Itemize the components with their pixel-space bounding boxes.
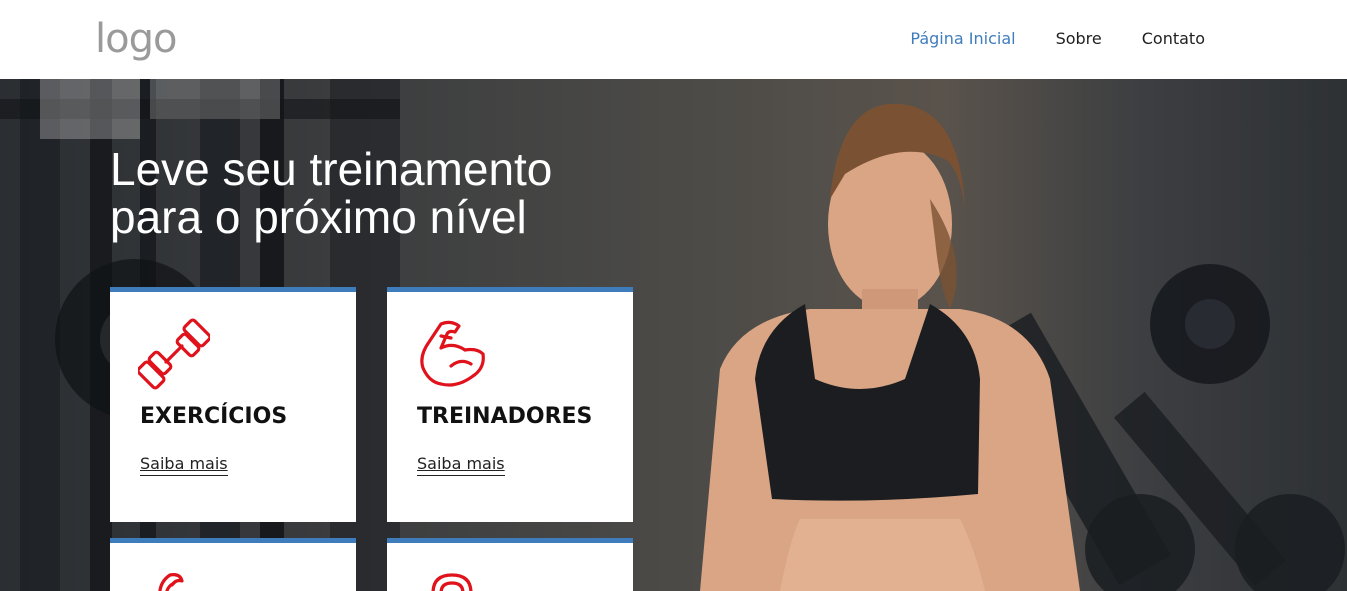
- learn-more-link[interactable]: Saiba mais: [417, 454, 505, 476]
- card-trainers[interactable]: TREINADORES Saiba mais: [387, 287, 633, 522]
- main-nav: Página Inicial Sobre Contato: [910, 29, 1205, 48]
- card-3[interactable]: [110, 538, 356, 591]
- nav-contact[interactable]: Contato: [1142, 29, 1205, 48]
- card-title: TREINADORES: [417, 404, 593, 429]
- hero-title-line-2: para o próximo nível: [110, 191, 527, 243]
- card-title: EXERCÍCIOS: [140, 404, 288, 429]
- hero-title-line-1: Leve seu treinamento: [110, 143, 553, 195]
- dumbbell-icon: [138, 318, 210, 390]
- card-4[interactable]: [387, 538, 633, 591]
- card-exercises[interactable]: EXERCÍCIOS Saiba mais: [110, 287, 356, 522]
- nav-home[interactable]: Página Inicial: [910, 29, 1015, 48]
- kettlebell-icon: [431, 573, 473, 591]
- ribbon-icon: [158, 573, 184, 591]
- flexed-arm-icon: [420, 320, 485, 387]
- hero-section: Leve seu treinamento para o próximo níve…: [0, 79, 1347, 591]
- hero-title: Leve seu treinamento para o próximo níve…: [110, 145, 552, 241]
- logo[interactable]: logo: [95, 14, 177, 64]
- nav-about[interactable]: Sobre: [1056, 29, 1102, 48]
- site-header: logo Página Inicial Sobre Contato: [0, 0, 1347, 79]
- learn-more-link[interactable]: Saiba mais: [140, 454, 228, 476]
